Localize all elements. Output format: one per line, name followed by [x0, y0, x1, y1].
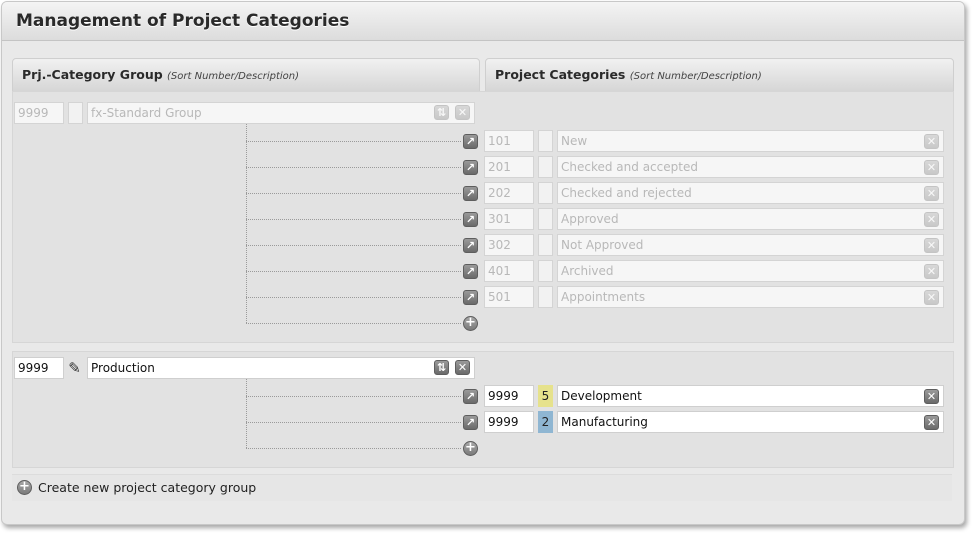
close-icon[interactable]: ✕ — [924, 290, 939, 305]
category-sort-input[interactable]: 401 — [484, 260, 534, 282]
category-name-input[interactable]: Approved — [557, 208, 944, 230]
group-edit-slot — [68, 102, 83, 124]
category-count-badge — [538, 286, 553, 308]
group-name-input[interactable]: fx-Standard Group — [87, 102, 475, 124]
tree-connector — [246, 379, 247, 448]
tree-branch — [246, 219, 461, 220]
create-group-row[interactable]: + Create new project category group — [12, 474, 952, 501]
category-count-badge: 5 — [538, 385, 553, 407]
category-count-badge — [538, 156, 553, 178]
move-arrow-icon[interactable]: ↗ — [463, 160, 478, 175]
plus-icon[interactable]: + — [463, 441, 478, 456]
group-name-input[interactable]: Production — [87, 357, 475, 379]
category-count-badge — [538, 260, 553, 282]
category-sort-input[interactable]: 9999 — [484, 385, 534, 407]
close-icon[interactable]: ✕ — [924, 212, 939, 227]
updown-arrow-icon[interactable]: ⇅ — [434, 105, 449, 120]
category-sort-input[interactable]: 101 — [484, 130, 534, 152]
tree-branch — [246, 167, 461, 168]
category-name-input[interactable]: Checked and accepted — [557, 156, 944, 178]
tree-branch — [246, 297, 461, 298]
move-arrow-icon[interactable]: ↗ — [463, 212, 478, 227]
tree-branch — [246, 193, 461, 194]
category-name-input[interactable]: Manufacturing — [557, 411, 944, 433]
group-column-hint: (Sort Number/Description) — [167, 71, 300, 82]
tree-branch — [246, 271, 461, 272]
category-sort-input[interactable]: 302 — [484, 234, 534, 256]
category-sort-input[interactable]: 501 — [484, 286, 534, 308]
pencil-icon[interactable]: ✎ — [66, 357, 83, 379]
group-sort-input[interactable]: 9999 — [14, 357, 64, 379]
category-name-input[interactable]: Checked and rejected — [557, 182, 944, 204]
close-icon[interactable]: ✕ — [924, 160, 939, 175]
tree-branch — [246, 422, 461, 423]
category-sort-input[interactable]: 301 — [484, 208, 534, 230]
move-arrow-icon[interactable]: ↗ — [463, 389, 478, 404]
close-icon[interactable]: ✕ — [924, 134, 939, 149]
category-column-label: Project Categories — [495, 67, 626, 82]
create-group-link[interactable]: Create new project category group — [38, 480, 256, 495]
close-icon[interactable]: ✕ — [455, 105, 470, 120]
close-icon[interactable]: ✕ — [924, 238, 939, 253]
plus-icon[interactable]: + — [463, 316, 478, 331]
window: Management of Project Categories Prj.-Ca… — [1, 1, 965, 525]
category-sort-input[interactable]: 9999 — [484, 411, 534, 433]
close-icon[interactable]: ✕ — [924, 415, 939, 430]
category-name-input[interactable]: Development — [557, 385, 944, 407]
category-count-badge — [538, 208, 553, 230]
category-name-input[interactable]: Appointments — [557, 286, 944, 308]
tree-branch — [246, 448, 461, 449]
tree-branch — [246, 323, 461, 324]
category-sort-input[interactable]: 202 — [484, 182, 534, 204]
move-arrow-icon[interactable]: ↗ — [463, 186, 478, 201]
close-icon[interactable]: ✕ — [924, 389, 939, 404]
category-name-input[interactable]: New — [557, 130, 944, 152]
close-icon[interactable]: ✕ — [924, 264, 939, 279]
title-bar: Management of Project Categories — [2, 2, 964, 41]
updown-arrow-icon[interactable]: ⇅ — [434, 360, 449, 375]
category-count-badge — [538, 234, 553, 256]
category-count-badge — [538, 182, 553, 204]
move-arrow-icon[interactable]: ↗ — [463, 134, 478, 149]
tree-branch — [246, 245, 461, 246]
group-sort-input[interactable]: 9999 — [14, 102, 64, 124]
page-title: Management of Project Categories — [16, 11, 350, 31]
close-icon[interactable]: ✕ — [455, 360, 470, 375]
tree-branch — [246, 396, 461, 397]
move-arrow-icon[interactable]: ↗ — [463, 290, 478, 305]
close-icon[interactable]: ✕ — [924, 186, 939, 201]
category-name-input[interactable]: Not Approved — [557, 234, 944, 256]
category-column-header: Project Categories (Sort Number/Descript… — [485, 58, 954, 92]
group-column-label: Prj.-Category Group — [22, 67, 163, 82]
category-column-hint: (Sort Number/Description) — [629, 71, 762, 82]
category-count-badge — [538, 130, 553, 152]
category-count-badge: 2 — [538, 411, 553, 433]
move-arrow-icon[interactable]: ↗ — [463, 415, 478, 430]
move-arrow-icon[interactable]: ↗ — [463, 264, 478, 279]
plus-icon[interactable]: + — [17, 480, 32, 495]
group-column-header: Prj.-Category Group (Sort Number/Descrip… — [12, 58, 480, 92]
category-sort-input[interactable]: 201 — [484, 156, 534, 178]
tree-branch — [246, 141, 461, 142]
tree-connector — [246, 124, 247, 323]
category-name-input[interactable]: Archived — [557, 260, 944, 282]
move-arrow-icon[interactable]: ↗ — [463, 238, 478, 253]
